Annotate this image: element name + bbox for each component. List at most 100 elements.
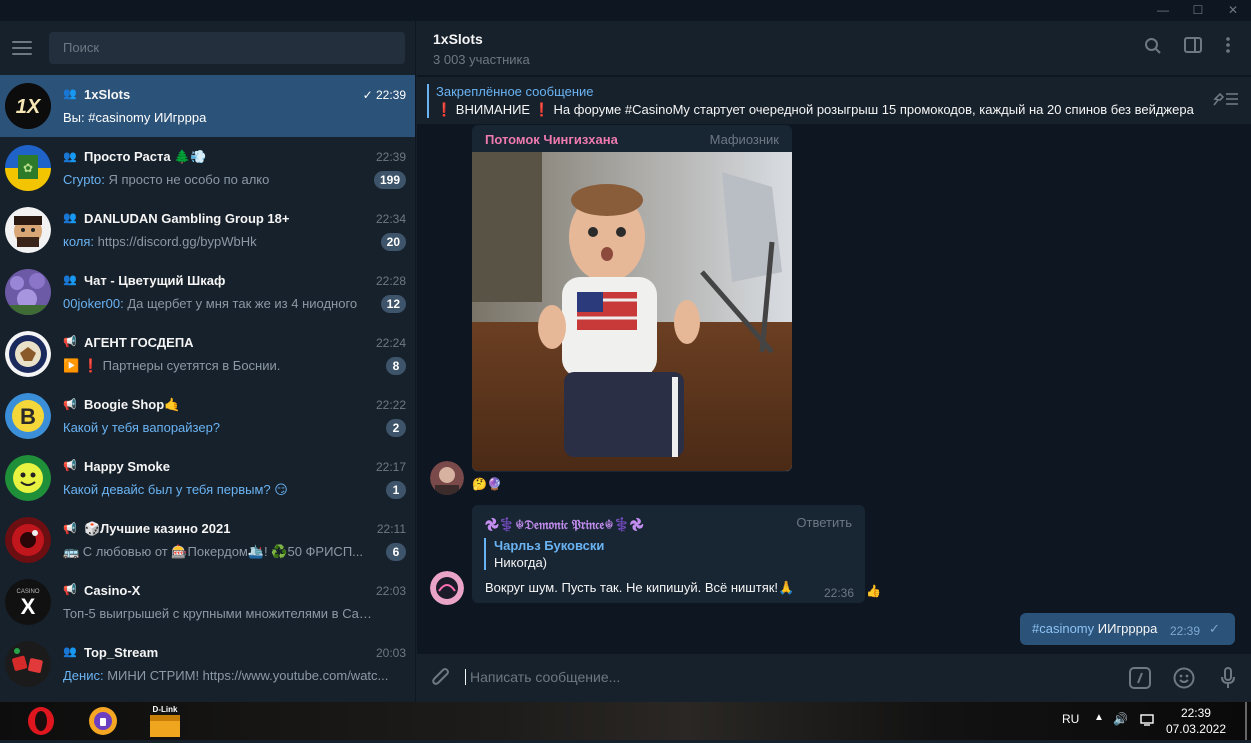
megaphone-icon: 📢: [63, 460, 77, 472]
outgoing-message[interactable]: #casinomy ИИгрррра 22:39 ✓: [1020, 613, 1235, 645]
unread-badge: 12: [380, 295, 406, 313]
reply-quote[interactable]: Чарльз Буковски Никогда): [484, 538, 604, 570]
group-icon: 👥: [63, 150, 77, 163]
chat-time: ✓ 22:39: [362, 88, 406, 102]
network-icon[interactable]: [1140, 712, 1154, 729]
unread-badge: 199: [373, 171, 406, 189]
avatar: [5, 269, 51, 315]
show-desktop-button[interactable]: [1245, 702, 1247, 740]
chat-time: 22:03: [375, 584, 406, 598]
volume-icon[interactable]: 🔊: [1113, 712, 1128, 726]
chat-time: 22:39: [375, 150, 406, 164]
group-icon: 👥: [63, 88, 77, 100]
opera-browser-icon[interactable]: [18, 704, 64, 738]
avatar: ✿: [5, 145, 51, 191]
avatar: [5, 517, 51, 563]
svg-text:B: B: [20, 404, 36, 429]
chat-title: 👥 Просто Раста 🌲💨: [63, 149, 207, 164]
read-check-icon: ✓: [1209, 621, 1220, 636]
message-time: 22:39: [1170, 624, 1201, 638]
chat-preview: 00joker00: Да щербет у мня так же из 4 н…: [63, 296, 358, 311]
chat-title: 📢 Happy Smoke: [63, 459, 170, 474]
chat-list: 1X 👥 1xSlots ✓ 22:39 Вы: #casinomy ИИгррр…: [0, 75, 415, 695]
language-indicator[interactable]: RU: [1062, 712, 1079, 726]
hamburger-menu-icon[interactable]: [12, 41, 32, 55]
pinned-accent-bar: [427, 84, 429, 118]
message-reactions[interactable]: 🤔🔮: [472, 477, 502, 491]
chat-title: 📢 АГЕНТ ГОСДЕПА: [63, 335, 194, 350]
bot-commands-icon[interactable]: [1128, 667, 1152, 691]
reply-quote-author: Чарльз Буковски: [494, 538, 605, 553]
search-icon[interactable]: [1142, 37, 1164, 59]
chat-item-boogie-shop[interactable]: B 📢 Boogie Shop🤙 22:22 Какой у тебя вапор…: [0, 385, 415, 447]
message-sender[interactable]: Потомок Чингизхана: [485, 132, 618, 147]
hashtag-link[interactable]: #casinomy: [1032, 621, 1094, 636]
chat-title: 📢 🎲Лучшие казино 2021: [63, 521, 231, 536]
chat-item-cvetushiy-shkaf[interactable]: 👥 Чат - Цветущий Шкаф 22:28 00joker00: Да…: [0, 261, 415, 323]
sender-avatar[interactable]: [430, 461, 464, 495]
avatar: [5, 455, 51, 501]
more-options-icon[interactable]: [1217, 37, 1239, 59]
reply-quote-text: Никогда): [494, 555, 548, 570]
svg-text:1X: 1X: [16, 96, 42, 118]
chat-item-agent-gosdepa[interactable]: 📢 АГЕНТ ГОСДЕПА 22:24 ▶️ ❗ Партнеры суетя…: [0, 323, 415, 385]
chat-item-happy-smoke[interactable]: 📢 Happy Smoke 22:17 Какой девайс был у те…: [0, 447, 415, 509]
attach-icon[interactable]: [429, 667, 453, 691]
message-photo[interactable]: [472, 152, 792, 471]
system-clock[interactable]: 22:39 07.03.2022: [1166, 705, 1226, 737]
pinned-title: Закреплённое сообщение: [436, 84, 594, 99]
maximize-button[interactable]: ☐: [1180, 0, 1216, 21]
sender-avatar[interactable]: [430, 571, 464, 605]
unread-badge: 8: [386, 357, 406, 375]
megaphone-icon: 📢: [63, 398, 77, 411]
chat-item-luchshie-kazino[interactable]: 📢 🎲Лучшие казино 2021 22:11 🚌 С любовью о…: [0, 509, 415, 571]
message-sender[interactable]: 𖣘⚕️☬𝔇𝔢𝔪𝔬𝔫𝔦𝔠 𝔓𝔯𝔦𝔫𝔠𝔢☬⚕️𖣘: [485, 515, 644, 533]
sidebar-toggle-icon[interactable]: [1182, 37, 1204, 59]
message-composer: Написать сообщение...: [417, 653, 1251, 702]
chat-item-casino-x[interactable]: CASINO X 📢 Casino-X 22:03 Топ-5 выигрышей …: [0, 571, 415, 633]
pinned-text: ❗ ВНИМАНИЕ ❗ На форуме #CasinoMy стартуе…: [436, 102, 1194, 117]
chat-title: 📢 Boogie Shop🤙: [63, 397, 181, 412]
group-icon: 👥: [63, 212, 77, 224]
unread-badge: 6: [386, 543, 406, 561]
pinned-message-bar[interactable]: Закреплённое сообщение ❗ ВНИМАНИЕ ❗ На ф…: [417, 76, 1251, 124]
chat-header[interactable]: 1xSlots 3 003 участника: [417, 21, 1251, 75]
minimize-button[interactable]: —: [1145, 0, 1181, 21]
avatar: [5, 641, 51, 687]
tray-expand-icon[interactable]: ▲: [1094, 712, 1104, 723]
chat-title: 📢 Casino-X: [63, 583, 141, 598]
chat-title: 👥 Top_Stream: [63, 645, 159, 660]
chat-item-top-stream[interactable]: 👥 Top_Stream 20:03 Денис: МИНИ СТРИМ! htt…: [0, 633, 415, 695]
avatar: CASINO X: [5, 579, 51, 625]
megaphone-icon: 📢: [63, 584, 77, 596]
vpn-app-icon[interactable]: [80, 704, 126, 738]
unpin-icon[interactable]: [1213, 91, 1239, 110]
photo-message[interactable]: Потомок Чингизхана Мафиозник: [472, 125, 792, 472]
search-input[interactable]: Поиск: [49, 32, 405, 64]
sender-admin-title: Мафиозник: [709, 132, 779, 147]
microphone-icon[interactable]: [1216, 667, 1240, 691]
chat-title: 👥 1xSlots: [63, 87, 131, 102]
message-text: #casinomy ИИгрррра: [1032, 621, 1158, 636]
chat-item-danludan[interactable]: 👥 DANLUDAN Gambling Group 18+ 22:34 коля:…: [0, 199, 415, 261]
avatar: [5, 207, 51, 253]
reply-action-button[interactable]: Ответить: [796, 515, 852, 530]
chat-item-1xslots[interactable]: 1X 👥 1xSlots ✓ 22:39 Вы: #casinomy ИИгррр…: [0, 75, 415, 137]
close-button[interactable]: ✕: [1215, 0, 1251, 21]
clock-time: 22:39: [1180, 706, 1211, 720]
emoji-icon[interactable]: [1172, 667, 1196, 691]
dlink-app-icon[interactable]: D-Link: [142, 704, 188, 738]
message-input[interactable]: Написать сообщение...: [465, 669, 620, 685]
avatar: [5, 331, 51, 377]
svg-text:X: X: [21, 594, 36, 619]
unread-badge: 2: [386, 419, 406, 437]
message-history: Потомок Чингизхана Мафиозник 🤔🔮 𖣘⚕️☬𝔇𝔢𝔪𝔬…: [417, 125, 1251, 652]
avatar: B: [5, 393, 51, 439]
reply-message[interactable]: 𖣘⚕️☬𝔇𝔢𝔪𝔬𝔫𝔦𝔠 𝔓𝔯𝔦𝔫𝔠𝔢☬⚕️𖣘 Ответить Чарльз Б…: [472, 505, 865, 603]
chat-preview: Какой у тебя вапорайзер?: [63, 420, 221, 435]
chat-time: 22:28: [375, 274, 406, 288]
message-reactions[interactable]: 👍: [866, 584, 881, 598]
chat-time: 20:03: [375, 646, 406, 660]
group-icon: 👥: [63, 646, 77, 658]
chat-item-prosto-rasta[interactable]: ✿ 👥 Просто Раста 🌲💨 22:39 Crypto: Я прост…: [0, 137, 415, 199]
